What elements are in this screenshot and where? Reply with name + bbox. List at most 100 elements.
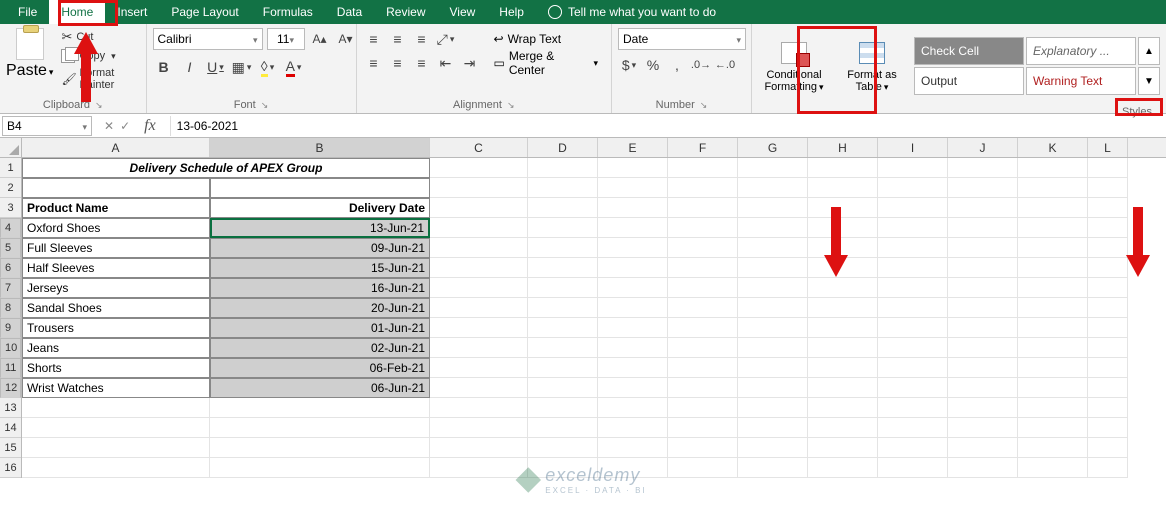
cell[interactable] <box>668 458 738 478</box>
bold-button[interactable]: B <box>153 56 175 78</box>
cell[interactable] <box>948 418 1018 438</box>
cell[interactable] <box>738 338 808 358</box>
cell[interactable] <box>1018 158 1088 178</box>
row-header-7[interactable]: 7 <box>0 278 21 298</box>
col-header-l[interactable]: L <box>1088 138 1128 157</box>
cell[interactable] <box>1088 418 1128 438</box>
row-header-14[interactable]: 14 <box>0 418 21 438</box>
cell[interactable] <box>528 338 598 358</box>
cell[interactable] <box>1088 258 1128 278</box>
underline-button[interactable]: U <box>205 56 227 78</box>
tab-help[interactable]: Help <box>487 0 536 24</box>
format-painter-button[interactable]: Format Painter <box>59 66 139 92</box>
cell[interactable] <box>430 418 528 438</box>
cell[interactable] <box>598 278 668 298</box>
tab-insert[interactable]: Insert <box>105 0 159 24</box>
cell[interactable] <box>1088 298 1128 318</box>
decrease-font-button[interactable] <box>335 28 357 50</box>
cell[interactable]: Trousers <box>22 318 210 338</box>
decrease-decimal-button[interactable]: ←.0 <box>714 54 736 76</box>
cell[interactable] <box>668 298 738 318</box>
cell[interactable] <box>598 398 668 418</box>
row-header-3[interactable]: 3 <box>0 198 21 218</box>
cell[interactable] <box>22 418 210 438</box>
cell[interactable] <box>738 458 808 478</box>
cell[interactable] <box>598 378 668 398</box>
tab-page-layout[interactable]: Page Layout <box>159 0 250 24</box>
cell[interactable] <box>598 418 668 438</box>
cell[interactable] <box>528 438 598 458</box>
tab-view[interactable]: View <box>438 0 488 24</box>
row-header-1[interactable]: 1 <box>0 158 21 178</box>
cell[interactable]: 13-Jun-21 <box>210 218 430 238</box>
row-header-6[interactable]: 6 <box>0 258 21 278</box>
cell[interactable] <box>598 438 668 458</box>
tab-data[interactable]: Data <box>325 0 374 24</box>
cell[interactable] <box>668 198 738 218</box>
styles-gallery[interactable]: Check Cell Explanatory ... ▲ Output Warn… <box>914 37 1160 95</box>
font-name-select[interactable]: Calibri <box>153 28 263 50</box>
row-header-4[interactable]: 4 <box>0 218 21 238</box>
cell[interactable] <box>738 198 808 218</box>
col-header-b[interactable]: B <box>210 138 430 157</box>
cell[interactable] <box>1088 178 1128 198</box>
cell[interactable] <box>808 158 878 178</box>
cell[interactable] <box>738 158 808 178</box>
cell[interactable]: Jerseys <box>22 278 210 298</box>
format-as-table-button[interactable]: Format as Table <box>836 28 908 104</box>
cell[interactable]: Jeans <box>22 338 210 358</box>
row-header-15[interactable]: 15 <box>0 438 21 458</box>
row-header-9[interactable]: 9 <box>0 318 21 338</box>
cell[interactable] <box>878 278 948 298</box>
cell[interactable] <box>1018 378 1088 398</box>
cell[interactable] <box>808 378 878 398</box>
cell[interactable]: 01-Jun-21 <box>210 318 430 338</box>
cell[interactable]: Shorts <box>22 358 210 378</box>
cell[interactable] <box>738 178 808 198</box>
cell[interactable] <box>808 398 878 418</box>
cell[interactable]: Delivery Date <box>210 198 430 218</box>
cell[interactable] <box>528 158 598 178</box>
cell[interactable]: Half Sleeves <box>22 258 210 278</box>
enter-formula-button[interactable]: ✓ <box>120 119 130 133</box>
cell[interactable] <box>430 198 528 218</box>
cell[interactable] <box>808 438 878 458</box>
cell[interactable] <box>738 238 808 258</box>
row-header-5[interactable]: 5 <box>0 238 21 258</box>
cell[interactable] <box>22 178 210 198</box>
cell[interactable] <box>1088 438 1128 458</box>
cell[interactable] <box>1088 398 1128 418</box>
cell[interactable] <box>878 418 948 438</box>
cell[interactable] <box>430 178 528 198</box>
cell[interactable] <box>528 278 598 298</box>
cell[interactable] <box>878 338 948 358</box>
italic-button[interactable]: I <box>179 56 201 78</box>
cell[interactable] <box>738 358 808 378</box>
cell[interactable] <box>948 218 1018 238</box>
cell[interactable] <box>668 418 738 438</box>
cell[interactable] <box>808 278 878 298</box>
cell[interactable] <box>668 158 738 178</box>
cell[interactable] <box>430 218 528 238</box>
style-check-cell[interactable]: Check Cell <box>914 37 1024 65</box>
cell[interactable] <box>528 258 598 278</box>
number-format-select[interactable]: Date <box>618 28 746 50</box>
cell[interactable] <box>738 378 808 398</box>
merge-center-button[interactable]: ▭Merge & Center <box>487 52 606 74</box>
cell[interactable] <box>948 378 1018 398</box>
cell[interactable] <box>948 438 1018 458</box>
cell[interactable] <box>808 178 878 198</box>
cell[interactable] <box>1088 218 1128 238</box>
col-header-g[interactable]: G <box>738 138 808 157</box>
paste-button[interactable]: Paste <box>6 28 53 80</box>
cell[interactable] <box>1088 318 1128 338</box>
col-header-j[interactable]: J <box>948 138 1018 157</box>
tab-review[interactable]: Review <box>374 0 437 24</box>
wrap-text-button[interactable]: ↩Wrap Text <box>487 28 606 50</box>
cell[interactable] <box>528 238 598 258</box>
cell[interactable] <box>1018 178 1088 198</box>
cell[interactable] <box>808 338 878 358</box>
cell[interactable] <box>1088 238 1128 258</box>
cell[interactable] <box>430 378 528 398</box>
percent-button[interactable]: % <box>642 54 664 76</box>
